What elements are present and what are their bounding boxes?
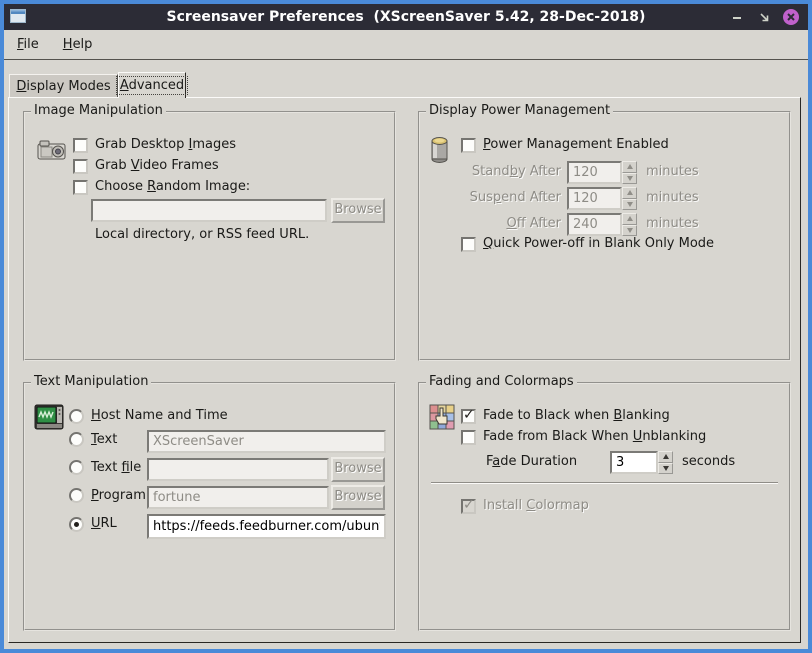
quick-power-off-label: Quick Power-off in Blank Only Mode <box>483 236 714 252</box>
fade-duration-spinner <box>658 451 673 474</box>
spin-down-icon <box>627 202 633 207</box>
program-input <box>147 486 329 509</box>
suspend-after-spinner <box>622 187 637 210</box>
fade-from-black-label: Fade from Black When Unblanking <box>483 429 706 445</box>
standby-after-label: Standby After <box>428 164 561 180</box>
spin-down-button[interactable] <box>658 463 673 475</box>
minimize-icon <box>731 11 743 23</box>
text-file-label: Text file <box>91 460 141 476</box>
spin-up-button <box>622 161 637 173</box>
url-input[interactable] <box>147 514 386 539</box>
standby-after-input <box>567 161 622 184</box>
fading-colormaps-group: Fading and Colormaps ✓ Fade t <box>418 382 791 631</box>
spin-up-button <box>622 187 637 199</box>
close-button[interactable] <box>782 8 800 26</box>
separator <box>431 482 778 484</box>
choose-random-label: Choose Random Image: <box>95 179 250 195</box>
choose-random-checkbox[interactable] <box>73 180 88 195</box>
host-name-radio[interactable] <box>69 409 84 424</box>
fade-to-black-checkbox[interactable]: ✓ <box>461 409 476 424</box>
url-radio[interactable] <box>69 517 84 532</box>
text-label: Text <box>91 432 117 448</box>
host-name-label: Host Name and Time <box>91 408 228 424</box>
power-management-group: Display Power Management Power Managemen… <box>418 111 791 361</box>
text-file-radio[interactable] <box>69 460 84 475</box>
restore-icon <box>758 11 771 24</box>
radio-dot-icon <box>74 522 79 527</box>
url-label: URL <box>91 516 117 532</box>
menubar: File Help <box>4 30 808 60</box>
text-file-input <box>147 458 329 481</box>
power-management-enabled-checkbox[interactable] <box>461 138 476 153</box>
spin-down-button <box>622 199 637 211</box>
spin-down-icon <box>663 466 669 471</box>
text-input <box>147 430 386 453</box>
grab-video-label: Grab Video Frames <box>95 158 219 174</box>
quick-power-off-checkbox[interactable] <box>461 237 476 252</box>
spin-down-button <box>622 173 637 185</box>
checkmark-icon: ✓ <box>463 497 475 513</box>
program-radio[interactable] <box>69 488 84 503</box>
suspend-minutes-label: minutes <box>646 190 699 206</box>
tab-display-modes-label: Display Modes <box>16 79 110 94</box>
spin-up-icon <box>627 164 633 169</box>
spin-down-button <box>622 225 637 237</box>
spin-down-icon <box>627 176 633 181</box>
colormap-hand-icon <box>429 404 455 434</box>
standby-after-spinner <box>622 161 637 184</box>
grab-video-checkbox[interactable] <box>73 159 88 174</box>
random-image-input <box>91 199 327 222</box>
spin-up-button[interactable] <box>658 451 673 463</box>
off-after-label: Off After <box>428 216 561 232</box>
random-image-browse-button: Browse <box>331 198 385 223</box>
tab-advanced-label: Advanced <box>117 77 187 94</box>
restore-button[interactable] <box>755 8 773 26</box>
window-title: Screensaver Preferences (XScreenSaver 5.… <box>4 9 808 25</box>
fade-seconds-label: seconds <box>682 454 735 470</box>
minimize-button[interactable] <box>728 8 746 26</box>
power-management-enabled-label: Power Management Enabled <box>483 137 669 153</box>
fade-to-black-label: Fade to Black when Blanking <box>483 408 670 424</box>
program-browse-button: Browse <box>331 485 385 510</box>
grab-desktop-label: Grab Desktop Images <box>95 137 236 153</box>
advanced-page: Image Manipulation Grab Desktop Images G… <box>8 97 801 643</box>
fade-from-black-checkbox[interactable] <box>461 430 476 445</box>
spin-up-icon <box>663 454 669 459</box>
off-after-input <box>567 213 622 236</box>
install-colormap-checkbox: ✓ <box>461 499 476 514</box>
titlebar[interactable]: Screensaver Preferences (XScreenSaver 5.… <box>4 4 808 30</box>
spin-up-button <box>622 213 637 225</box>
spin-up-icon <box>627 216 633 221</box>
text-manipulation-group: Text Manipulation Host Name and Time Tex… <box>23 382 396 631</box>
text-file-browse-button: Browse <box>331 457 385 482</box>
install-colormap-label: Install Colormap <box>483 498 589 514</box>
spin-up-icon <box>627 190 633 195</box>
off-minutes-label: minutes <box>646 216 699 232</box>
standby-minutes-label: minutes <box>646 164 699 180</box>
program-label: Program <box>91 488 146 504</box>
fading-colormaps-title: Fading and Colormaps <box>426 374 577 390</box>
image-manipulation-title: Image Manipulation <box>31 103 166 119</box>
suspend-after-label: Suspend After <box>428 190 561 206</box>
close-icon <box>782 8 800 26</box>
screensaver-preferences-window: Screensaver Preferences (XScreenSaver 5.… <box>0 0 812 653</box>
spin-down-icon <box>627 228 633 233</box>
random-image-caption: Local directory, or RSS feed URL. <box>95 227 309 243</box>
tab-display-modes[interactable]: Display Modes <box>9 74 118 97</box>
fade-duration-input[interactable] <box>610 451 658 474</box>
tab-advanced[interactable]: Advanced <box>118 72 186 98</box>
camera-icon <box>37 137 67 167</box>
power-management-title: Display Power Management <box>426 103 613 119</box>
suspend-after-input <box>567 187 622 210</box>
checkmark-icon: ✓ <box>463 407 475 423</box>
tv-text-icon <box>34 404 64 435</box>
off-after-spinner <box>622 213 637 236</box>
text-manipulation-title: Text Manipulation <box>31 374 151 390</box>
menu-help[interactable]: Help <box>58 35 98 54</box>
fade-duration-label: Fade Duration <box>486 454 577 470</box>
image-manipulation-group: Image Manipulation Grab Desktop Images G… <box>23 111 396 361</box>
menu-file[interactable]: File <box>12 35 44 54</box>
text-radio[interactable] <box>69 432 84 447</box>
grab-desktop-checkbox[interactable] <box>73 138 88 153</box>
